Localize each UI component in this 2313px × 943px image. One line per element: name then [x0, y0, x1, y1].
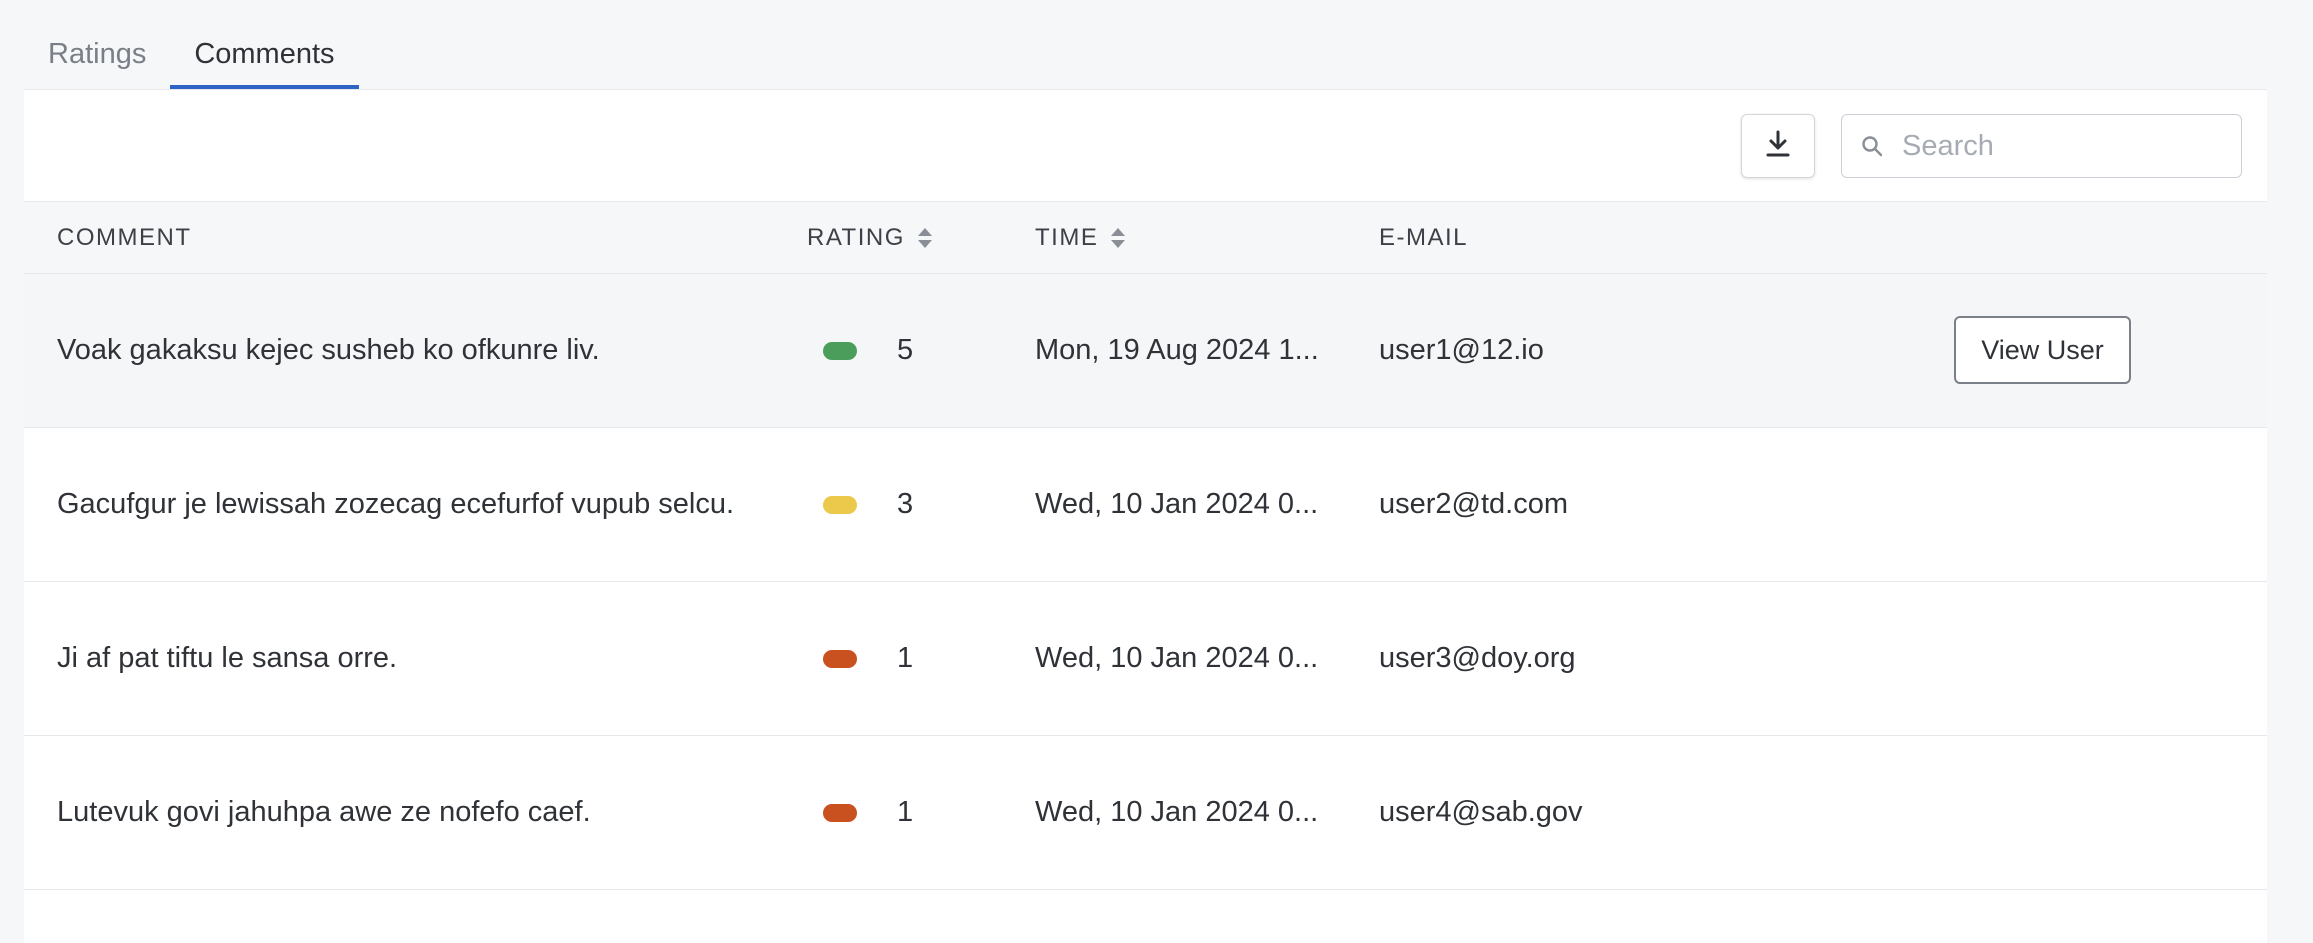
rating-pill: [823, 495, 857, 514]
table-row[interactable]: Lutevuk govi jahuhpa awe ze nofefo caef.…: [24, 736, 2267, 890]
toolbar: [24, 90, 2267, 201]
rating-indicator: [823, 582, 857, 735]
rating-value: 1: [897, 642, 914, 674]
rating-indicator: [823, 274, 857, 427]
column-header-comment: COMMENT: [57, 202, 191, 273]
rating-pill: [823, 803, 857, 822]
comment-text: Ji af pat tiftu le sansa orre.: [57, 642, 398, 674]
email-text: user1@12.io: [1379, 334, 1544, 366]
comment-text: Lutevuk govi jahuhpa awe ze nofefo caef.: [57, 796, 591, 828]
rating-value: 5: [897, 334, 914, 366]
rating-value: 1: [897, 796, 914, 828]
comment-text: Gacufgur je lewissah zozecag ecefurfof v…: [57, 488, 735, 520]
search-icon: [1842, 135, 1902, 157]
search-box[interactable]: [1841, 114, 2242, 178]
rating-pill: [823, 649, 857, 668]
comment-text: Voak gakaksu kejec susheb ko ofkunre liv…: [57, 334, 600, 366]
column-header-rating[interactable]: RATING: [807, 202, 933, 273]
tab-ratings[interactable]: Ratings: [24, 0, 170, 89]
tab-comments[interactable]: Comments: [170, 0, 359, 89]
download-button[interactable]: [1741, 114, 1815, 178]
rating-value: 3: [897, 488, 914, 520]
time-text: Wed, 10 Jan 2024 0...: [1035, 642, 1319, 674]
column-label: RATING: [807, 223, 905, 251]
column-label: TIME: [1035, 223, 1099, 251]
column-header-email: E-MAIL: [1379, 202, 1468, 273]
download-icon: [1765, 130, 1791, 163]
column-header-time[interactable]: TIME: [1035, 202, 1126, 273]
table-header: COMMENT RATING TIME E-MAIL: [24, 201, 2267, 274]
sort-icon[interactable]: [1110, 227, 1126, 249]
sort-icon[interactable]: [917, 227, 933, 249]
rating-pill: [823, 341, 857, 360]
email-text: user4@sab.gov: [1379, 796, 1583, 828]
table-row[interactable]: Voak gakaksu kejec susheb ko ofkunre liv…: [24, 274, 2267, 428]
column-label: E-MAIL: [1379, 223, 1469, 251]
view-user-button[interactable]: View User: [1954, 316, 2131, 384]
comments-panel: COMMENT RATING TIME E-MAIL Voak gakaksu …: [24, 89, 2267, 943]
table-row[interactable]: Gacufgur je lewissah zozecag ecefurfof v…: [24, 428, 2267, 582]
email-text: user3@doy.org: [1379, 642, 1576, 674]
table-row[interactable]: Ji af pat tiftu le sansa orre. 1 Wed, 10…: [24, 582, 2267, 736]
rating-indicator: [823, 428, 857, 581]
time-text: Wed, 10 Jan 2024 0...: [1035, 488, 1319, 520]
tab-bar: Ratings Comments: [24, 0, 359, 89]
time-text: Mon, 19 Aug 2024 1...: [1035, 334, 1319, 366]
column-label: COMMENT: [57, 223, 192, 251]
rating-indicator: [823, 736, 857, 889]
email-text: user2@td.com: [1379, 488, 1569, 520]
search-input[interactable]: [1902, 129, 2232, 163]
time-text: Wed, 10 Jan 2024 0...: [1035, 796, 1319, 828]
